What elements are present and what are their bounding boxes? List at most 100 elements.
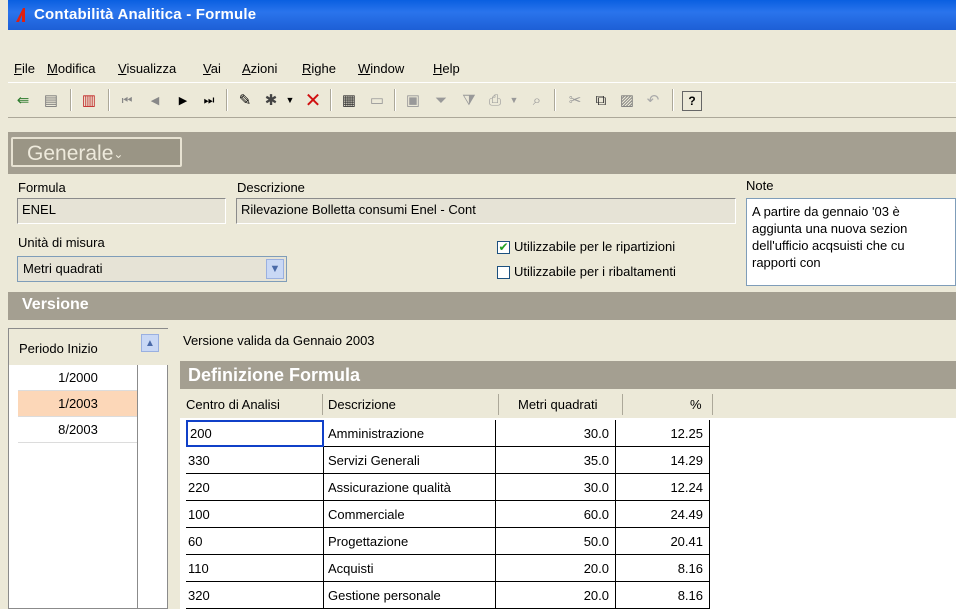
menu-visualizza[interactable]: Visualizza (118, 61, 176, 76)
note-textarea[interactable]: A partire da gennaio '03 è aggiunta una … (746, 198, 956, 286)
grid-header: Centro di Analisi Descrizione Metri quad… (180, 391, 956, 418)
table-row[interactable]: 200 Amministrazione 30.0 12.25 (180, 420, 956, 447)
metri-cell[interactable]: 20.0 (496, 582, 616, 609)
exit-icon[interactable]: ⇚ (12, 89, 34, 111)
descrizione-cell[interactable]: Progettazione (324, 528, 496, 555)
descrizione-cell[interactable]: Gestione personale (324, 582, 496, 609)
help-icon[interactable]: ? (682, 91, 702, 111)
report-icon[interactable]: ▥ (78, 89, 100, 111)
metri-cell[interactable]: 30.0 (496, 420, 616, 447)
table-row[interactable]: 60 Progettazione 50.0 20.41 (180, 528, 956, 555)
metri-cell[interactable]: 30.0 (496, 474, 616, 501)
period-item[interactable]: 1/2000 (18, 365, 138, 391)
menu-modifica[interactable]: Modifica (47, 61, 95, 76)
copy-icon[interactable]: ⧉ (590, 89, 612, 111)
ripartizioni-checkbox[interactable]: ✔ (497, 241, 510, 254)
percent-cell[interactable]: 12.25 (616, 420, 710, 447)
formula-label: Formula (18, 180, 66, 195)
dropdown-arrow-icon[interactable]: ▼ (284, 89, 296, 111)
descrizione-label: Descrizione (237, 180, 305, 195)
centro-cell[interactable]: 220 (186, 474, 324, 501)
menu-window[interactable]: Window (358, 61, 404, 76)
undo-icon[interactable]: ↶ (642, 89, 664, 111)
prev-record-icon[interactable]: ◀ (144, 89, 166, 111)
edit-icon[interactable]: ✎ (234, 89, 256, 111)
unita-select[interactable]: Metri quadrati ▼ (17, 256, 287, 282)
cut-icon[interactable]: ✂ (564, 89, 586, 111)
percent-cell[interactable]: 8.16 (616, 555, 710, 582)
percent-cell[interactable]: 14.29 (616, 447, 710, 474)
centro-cell[interactable]: 60 (186, 528, 324, 555)
percent-cell[interactable]: 8.16 (616, 582, 710, 609)
print-preview-icon[interactable]: ⌕ (526, 89, 548, 111)
formula-grid: Centro di Analisi Descrizione Metri quad… (180, 391, 956, 609)
menu-righe[interactable]: Righe (302, 61, 336, 76)
metri-cell[interactable]: 35.0 (496, 447, 616, 474)
centro-cell[interactable]: 320 (186, 582, 324, 609)
window-title: Contabilità Analitica - Formule (34, 6, 257, 23)
descrizione-cell[interactable]: Servizi Generali (324, 447, 496, 474)
table-row[interactable]: 110 Acquisti 20.0 8.16 (180, 555, 956, 582)
centro-cell[interactable]: 330 (186, 447, 324, 474)
print-dropdown-icon[interactable]: ▼ (508, 89, 520, 111)
delete-icon[interactable]: ✕ (302, 89, 324, 112)
period-item-selected[interactable]: 1/2003 (18, 391, 138, 417)
menu-bar: File Modifica Visualizza Vai Azioni Righ… (8, 58, 956, 80)
definizione-band: Definizione Formula (180, 361, 956, 389)
chevron-down-icon: ⌄ (113, 147, 124, 161)
ripartizioni-label: Utilizzabile per le ripartizioni (514, 239, 676, 254)
percent-cell[interactable]: 20.41 (616, 528, 710, 555)
table-row[interactable]: 100 Commerciale 60.0 24.49 (180, 501, 956, 528)
print-icon[interactable]: ⎙ (484, 89, 506, 111)
first-record-icon[interactable]: ⏮ (116, 89, 138, 111)
metri-cell[interactable]: 60.0 (496, 501, 616, 528)
descrizione-cell[interactable]: Commerciale (324, 501, 496, 528)
next-record-icon[interactable]: ▶ (172, 89, 194, 111)
col-centro[interactable]: Centro di Analisi (186, 397, 280, 412)
last-record-icon[interactable]: ⏭ (198, 89, 220, 111)
descrizione-cell[interactable]: Assicurazione qualità (324, 474, 496, 501)
table-view-icon[interactable]: ▦ (338, 89, 360, 111)
col-descrizione[interactable]: Descrizione (328, 397, 396, 412)
properties-icon[interactable]: ▤ (40, 89, 62, 111)
col-percent[interactable]: % (690, 397, 702, 412)
menu-vai[interactable]: Vai (203, 61, 221, 76)
metri-cell[interactable]: 20.0 (496, 555, 616, 582)
formula-field[interactable]: ENEL (17, 198, 226, 224)
table-row[interactable]: 320 Gestione personale 20.0 8.16 (180, 582, 956, 609)
generale-dropdown[interactable]: Generale⌄ (11, 137, 182, 167)
menu-file[interactable]: File (14, 61, 35, 76)
menu-azioni[interactable]: Azioni (242, 61, 277, 76)
paste-icon[interactable]: ▨ (616, 89, 638, 111)
percent-cell[interactable]: 24.49 (616, 501, 710, 528)
period-header-label: Periodo Inizio (19, 341, 98, 356)
chevron-down-icon[interactable]: ▼ (266, 259, 284, 279)
new-record-icon[interactable]: ✱ (260, 89, 282, 111)
general-band: Generale⌄ (8, 132, 956, 174)
form-view-icon[interactable]: ▭ (366, 89, 388, 111)
col-metri[interactable]: Metri quadrati (518, 397, 597, 412)
menu-help[interactable]: Help (433, 61, 460, 76)
period-list: Periodo Inizio ▲ 1/2000 1/2003 8/2003 (8, 328, 169, 609)
descrizione-field[interactable]: Rilevazione Bolletta consumi Enel - Cont (236, 198, 736, 224)
filter-icon[interactable]: ⏷ (430, 89, 452, 111)
centro-cell[interactable]: 100 (186, 501, 324, 528)
ribaltamenti-checkbox[interactable] (497, 266, 510, 279)
table-row[interactable]: 220 Assicurazione qualità 30.0 12.24 (180, 474, 956, 501)
table-row[interactable]: 330 Servizi Generali 35.0 14.29 (180, 447, 956, 474)
descrizione-cell[interactable]: Amministrazione (324, 420, 496, 447)
calc-icon[interactable]: ▣ (402, 89, 424, 111)
centro-cell[interactable]: 110 (186, 555, 324, 582)
unita-value: Metri quadrati (23, 261, 103, 276)
note-label: Note (746, 178, 774, 193)
period-item[interactable]: 8/2003 (18, 417, 138, 443)
title-bar[interactable]: Contabilità Analitica - Formule (8, 0, 956, 30)
definizione-title: Definizione Formula (188, 365, 361, 385)
centro-cell[interactable]: 200 (186, 420, 324, 447)
metri-cell[interactable]: 50.0 (496, 528, 616, 555)
filter-apply-icon[interactable]: ⧩ (458, 89, 480, 111)
period-list-header: Periodo Inizio ▲ (9, 329, 169, 365)
percent-cell[interactable]: 12.24 (616, 474, 710, 501)
scroll-up-icon[interactable]: ▲ (141, 334, 159, 352)
descrizione-cell[interactable]: Acquisti (324, 555, 496, 582)
